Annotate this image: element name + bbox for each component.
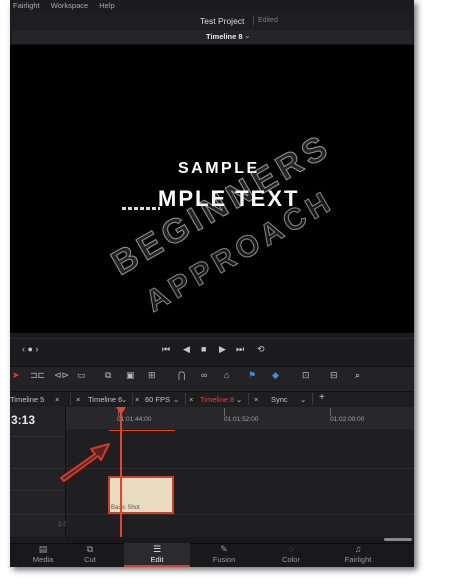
track-line <box>66 514 414 515</box>
edit-toolbar <box>10 366 414 391</box>
tab-divider <box>70 393 71 405</box>
project-title: Test Project <box>200 16 245 26</box>
active-page-indicator <box>124 565 190 567</box>
track-divider <box>10 490 65 491</box>
trim-tool-icon[interactable]: ⊐⊏ <box>30 370 45 381</box>
timecode-display: 3:13 <box>11 413 36 427</box>
color-page-icon: ◌ <box>288 544 294 554</box>
playhead-handle[interactable] <box>116 407 126 415</box>
ruler-tick-label: 01:01:52:00 <box>224 416 259 423</box>
close-icon[interactable]: × <box>76 395 80 404</box>
lock-icon[interactable]: ⌂ <box>224 370 229 380</box>
track-divider <box>10 436 65 437</box>
tab-timeline-6[interactable]: Timeline 6 <box>88 395 122 404</box>
replace-clip-icon[interactable]: ⊞ <box>148 370 156 381</box>
transport-bar <box>10 338 414 367</box>
ruler-tick <box>330 408 331 416</box>
page-edit[interactable]: ☰ Edit <box>124 543 190 567</box>
flag-icon[interactable]: ⚑ <box>248 370 256 381</box>
annotation-arrow-icon <box>60 443 110 482</box>
marker-icon[interactable]: ◆ <box>272 370 279 381</box>
selection-tool-icon[interactable]: ➤ <box>12 370 20 381</box>
zoom-custom-icon[interactable]: ⌕ <box>355 370 360 381</box>
ruler-tick-label: 01:02:00:00 <box>330 416 365 423</box>
page-cut[interactable]: ⧉ Cut <box>57 543 123 567</box>
menu-bar: Fairlight Workspace Help <box>10 0 414 12</box>
fusion-page-icon: ✎ <box>220 544 228 554</box>
track-line <box>66 468 414 469</box>
jog-control-icon[interactable]: ‹ ● › <box>22 344 38 354</box>
resolve-window: Fairlight Workspace Help Test Project Ed… <box>10 0 414 567</box>
scrollbar-thumb[interactable] <box>384 538 412 541</box>
tab-divider <box>248 393 249 405</box>
overwrite-clip-icon[interactable]: ▣ <box>126 370 135 381</box>
title-separator <box>253 16 254 25</box>
tab-divider <box>185 393 186 405</box>
loop-icon[interactable]: ⟲ <box>257 344 265 355</box>
menu-workspace[interactable]: Workspace <box>51 1 88 10</box>
menu-help[interactable]: Help <box>99 1 114 10</box>
close-icon[interactable]: × <box>135 395 139 404</box>
play-icon[interactable]: ▶ <box>219 344 226 355</box>
stop-icon[interactable]: ■ <box>201 344 206 354</box>
blade-tool-icon[interactable]: ▭ <box>77 370 86 381</box>
chevron-down-icon[interactable]: ⌄ <box>300 395 306 404</box>
playhead-line[interactable] <box>120 408 122 538</box>
close-icon[interactable]: × <box>254 395 258 404</box>
edit-page-icon: ☰ <box>152 544 162 554</box>
fairlight-page-icon: ♫ <box>354 544 362 554</box>
range-marker-line <box>109 430 175 431</box>
dynamic-trim-icon[interactable]: ⊲⊳ <box>54 370 69 381</box>
clip-label: Basic Shot <box>111 505 140 511</box>
tab-divider <box>132 393 133 405</box>
timeline-selector[interactable]: Timeline 8 <box>206 32 243 41</box>
zoom-detail-icon[interactable]: ⊟ <box>330 370 338 381</box>
tab-divider <box>312 393 313 405</box>
chevron-down-icon[interactable]: ⌄ <box>121 395 127 404</box>
tab-sync[interactable]: Sync <box>271 395 288 404</box>
go-to-start-icon[interactable]: ⏮ <box>162 344 170 355</box>
tab-timeline-5[interactable]: Timeline 5 <box>10 395 44 404</box>
tab-timeline-8[interactable]: Timeline 8 <box>200 395 234 404</box>
ruler-tick <box>224 408 225 416</box>
project-status: Edited <box>258 17 278 24</box>
page-fusion[interactable]: ✎ Fusion <box>191 543 257 567</box>
page-fairlight[interactable]: ♫ Fairlight <box>325 543 391 567</box>
add-timeline-tab-icon[interactable]: + <box>319 392 325 403</box>
insert-clip-icon[interactable]: ⧉ <box>105 370 111 381</box>
menu-fairlight[interactable]: Fairlight <box>13 1 40 10</box>
go-to-end-icon[interactable]: ⏭ <box>236 344 244 355</box>
chevron-down-icon[interactable]: ⌄ <box>244 31 251 40</box>
tab-60-fps[interactable]: 60 FPS <box>145 395 170 404</box>
ruler-tick-label: 01:01:44:00 <box>117 416 152 423</box>
link-icon[interactable]: ∞ <box>201 370 207 380</box>
play-reverse-icon[interactable]: ◀ <box>183 344 190 355</box>
track-divider <box>10 514 65 515</box>
page-color[interactable]: ◌ Color <box>258 543 324 567</box>
cut-page-icon: ⧉ <box>86 544 94 554</box>
close-icon[interactable]: × <box>55 395 59 404</box>
close-icon[interactable]: × <box>189 395 193 404</box>
zoom-full-icon[interactable]: ⊡ <box>302 370 310 381</box>
chevron-down-icon[interactable]: ⌄ <box>236 395 242 404</box>
chevron-down-icon[interactable]: ⌄ <box>173 395 179 404</box>
motion-streak <box>122 207 160 210</box>
snapping-icon[interactable]: ⋂ <box>178 370 185 381</box>
